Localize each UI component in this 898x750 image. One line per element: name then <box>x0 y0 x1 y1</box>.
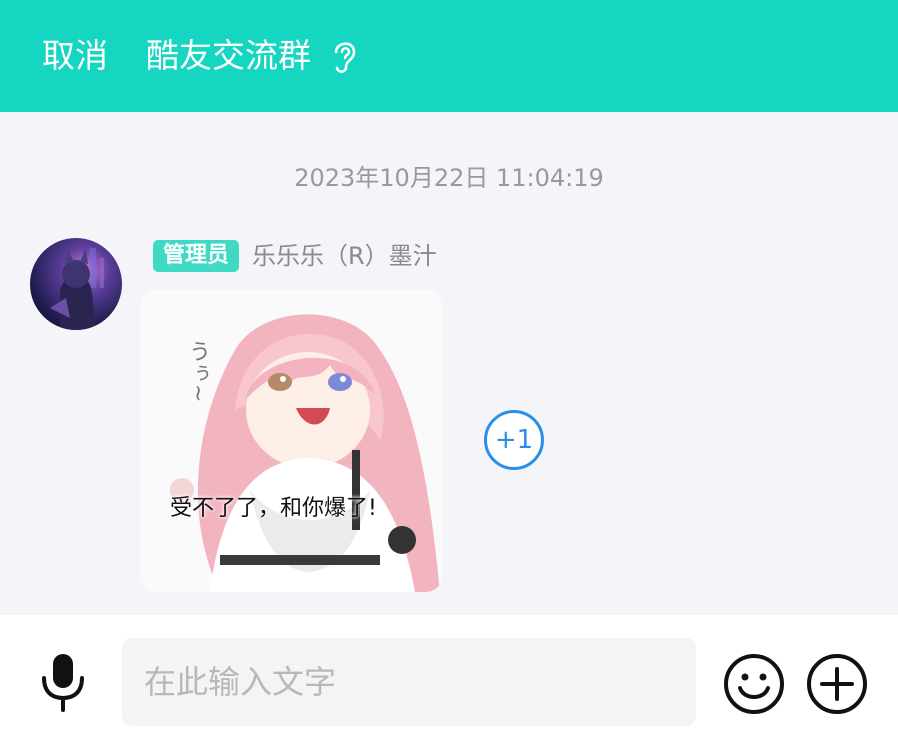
add-icon[interactable] <box>805 652 869 716</box>
top-bar: 取消 酷友交流群 <box>0 0 898 112</box>
sender-name[interactable]: 乐乐乐（R）墨汁 <box>252 238 437 274</box>
sticker-image[interactable]: うぅ~ 受不了了，和你爆了! <box>140 290 442 592</box>
avatar[interactable] <box>30 238 122 330</box>
plus-one-button[interactable]: +1 <box>484 410 544 470</box>
chat-title: 酷友交流群 <box>146 36 311 75</box>
admin-badge: 管理员 <box>153 240 240 272</box>
cancel-button[interactable]: 取消 <box>42 34 108 78</box>
emoji-icon[interactable] <box>722 652 786 716</box>
message-timestamp: 2023年10月22日 11:04:19 <box>294 164 604 192</box>
sticker-squiggle: うぅ~ <box>185 340 210 403</box>
message-input[interactable] <box>122 638 696 726</box>
sticker-caption: 受不了了，和你爆了! <box>170 496 377 521</box>
mic-icon[interactable] <box>36 650 90 714</box>
ear-icon[interactable] <box>328 36 360 76</box>
